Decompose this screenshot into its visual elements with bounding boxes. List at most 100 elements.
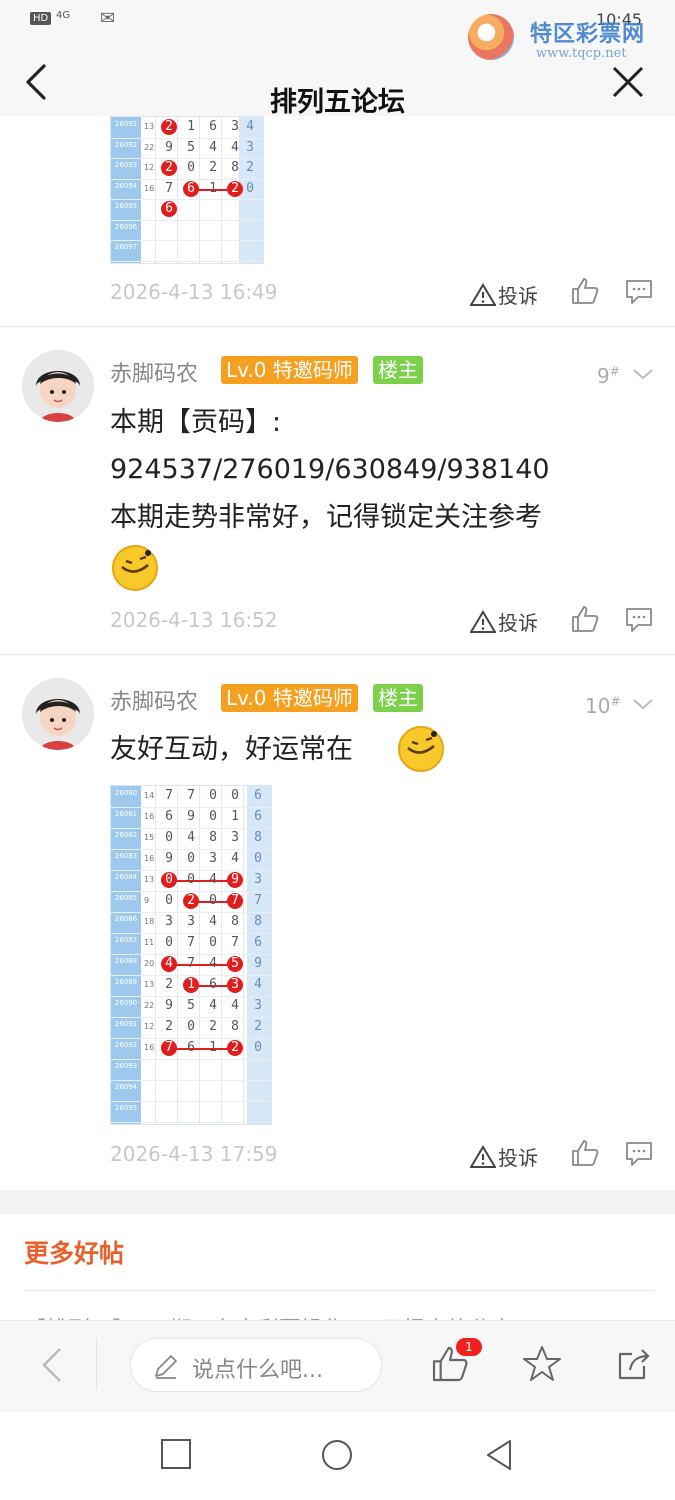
avatar[interactable] [22,678,94,750]
chart-span: 13 [144,980,155,989]
trend-chart-image[interactable]: 26091 13 2 1 6 3 4 26092 22 9 5 4 4 3 26093 12 2 0 2 8 2 2609… [110,116,264,264]
chart-span: 9 [144,896,150,905]
chart-digit [227,1061,243,1077]
chart-issue-id: 26086 [114,915,138,923]
chart-link-line [169,964,235,966]
chart-digit: 6 [161,201,177,217]
chart-row: 26093 12 2 0 2 8 2 [111,158,263,180]
chart-digit [183,222,199,238]
comment-button[interactable] [624,1140,654,1172]
page-title: 排列五论坛 [270,87,405,118]
chart-digit [227,242,243,258]
chart-digit: 0 [187,160,195,175]
hd-indicator: HD [30,12,52,25]
chart-span: 16 [144,854,155,863]
chart-digit: 0 [209,809,217,824]
chart-digit: 9 [227,872,243,888]
bottom-back-button[interactable] [38,1346,64,1388]
username[interactable]: 赤脚码农 [110,356,198,388]
chart-digit [161,1082,177,1098]
chart-issue-id: 26094 [114,181,138,190]
chart-digit: 0 [209,893,217,908]
chart-digit: 4 [231,851,239,866]
chart-digit: 1 [209,180,217,196]
chart-row: 26090 22 9 5 4 4 3 [111,996,271,1018]
like-button[interactable] [570,604,600,638]
chart-digit: 0 [165,935,173,950]
chart-digit: 6 [183,180,199,197]
chart-row: 26093 [111,1059,271,1081]
warning-icon [470,283,496,306]
chart-digit: 7 [187,788,195,803]
chart-digit: 7 [227,893,243,909]
close-button[interactable] [606,60,650,104]
chart-tail-digit: 6 [254,935,262,950]
trend-chart-image[interactable]: 26080 14 7 7 0 0 6 26081 16 6 9 0 1 6 26082 15 0 4 8 3 8 2608… [110,785,272,1125]
chart-row: 26083 16 9 0 3 4 0 [111,849,271,871]
chart-digit: 0 [187,851,195,866]
chart-digit: 1 [209,1040,217,1055]
system-back-button[interactable] [484,1438,514,1476]
chart-digit: 2 [209,1019,217,1034]
chart-digit: 7 [231,935,239,950]
chart-issue-id: 26087 [114,936,138,944]
comment-icon [626,280,652,304]
wechat-notification-icon: ✉ [100,8,116,29]
home-button[interactable] [320,1438,354,1476]
chart-digit: 6 [209,977,217,992]
chart-digit: 1 [183,977,199,993]
chart-digit [205,1103,221,1119]
post-content-line: 本期走势非常好，记得锁定关注参考 [110,502,542,533]
chart-digit: 7 [165,788,173,803]
chart-digit [227,222,243,238]
favorite-button[interactable] [522,1344,562,1388]
recents-button[interactable] [160,1438,192,1474]
chart-digit: 0 [187,872,195,887]
report-button[interactable]: 投诉 [470,280,538,309]
report-button[interactable]: 投诉 [470,1142,538,1171]
comment-button[interactable] [624,278,654,310]
chart-tail-digit: 2 [246,160,254,175]
share-icon [618,1349,650,1380]
like-button[interactable] [570,276,600,310]
chart-tail-digit: 3 [246,139,254,155]
chart-digit: 0 [165,893,173,908]
chart-span: 16 [144,183,155,193]
chart-span: 13 [144,122,155,131]
report-button[interactable]: 投诉 [470,607,538,636]
report-label: 投诉 [498,1146,538,1170]
comment-button[interactable] [624,606,654,638]
level-badge: Lv.0 特邀码师 [221,356,358,384]
chart-tail-digit: 4 [246,119,254,134]
star-icon [523,1346,561,1381]
square-icon [161,1439,191,1469]
chart-span: 18 [144,917,155,926]
avatar[interactable] [22,350,94,422]
chart-digit: 1 [231,809,239,824]
like-button[interactable] [570,1138,600,1172]
chart-digit [205,1061,221,1077]
floor-number: 9# [597,364,620,388]
post-text: 友好互动，好运常在 [110,734,353,765]
chart-issue-id: 26084 [114,873,138,881]
chart-row: 26081 16 6 9 0 1 6 [111,807,271,829]
chart-row: 26085 9 0 2 0 7 7 [111,891,271,913]
share-button[interactable] [614,1344,654,1388]
post-menu-button[interactable] [632,696,654,715]
chart-row: 26080 14 7 7 0 0 6 [111,786,271,808]
chart-digit [205,242,221,258]
chart-row: 26086 18 3 3 4 8 8 [111,912,271,934]
username[interactable]: 赤脚码农 [110,684,198,716]
chart-row: 26091 12 2 0 2 8 2 [111,1017,271,1039]
watermark-title: 特区彩票网 [530,22,646,47]
chart-row: 26094 [111,1080,271,1102]
chart-issue-id: 26095 [114,202,138,210]
chart-digit [161,222,177,238]
chart-tail-digit: 9 [254,956,262,971]
chart-digit: 7 [161,1040,177,1056]
avatar-illustration [22,678,94,750]
network-indicator: 4G [56,10,71,21]
section-separator [0,1190,675,1214]
post-menu-button[interactable] [632,366,654,385]
chart-digit: 3 [165,914,173,929]
